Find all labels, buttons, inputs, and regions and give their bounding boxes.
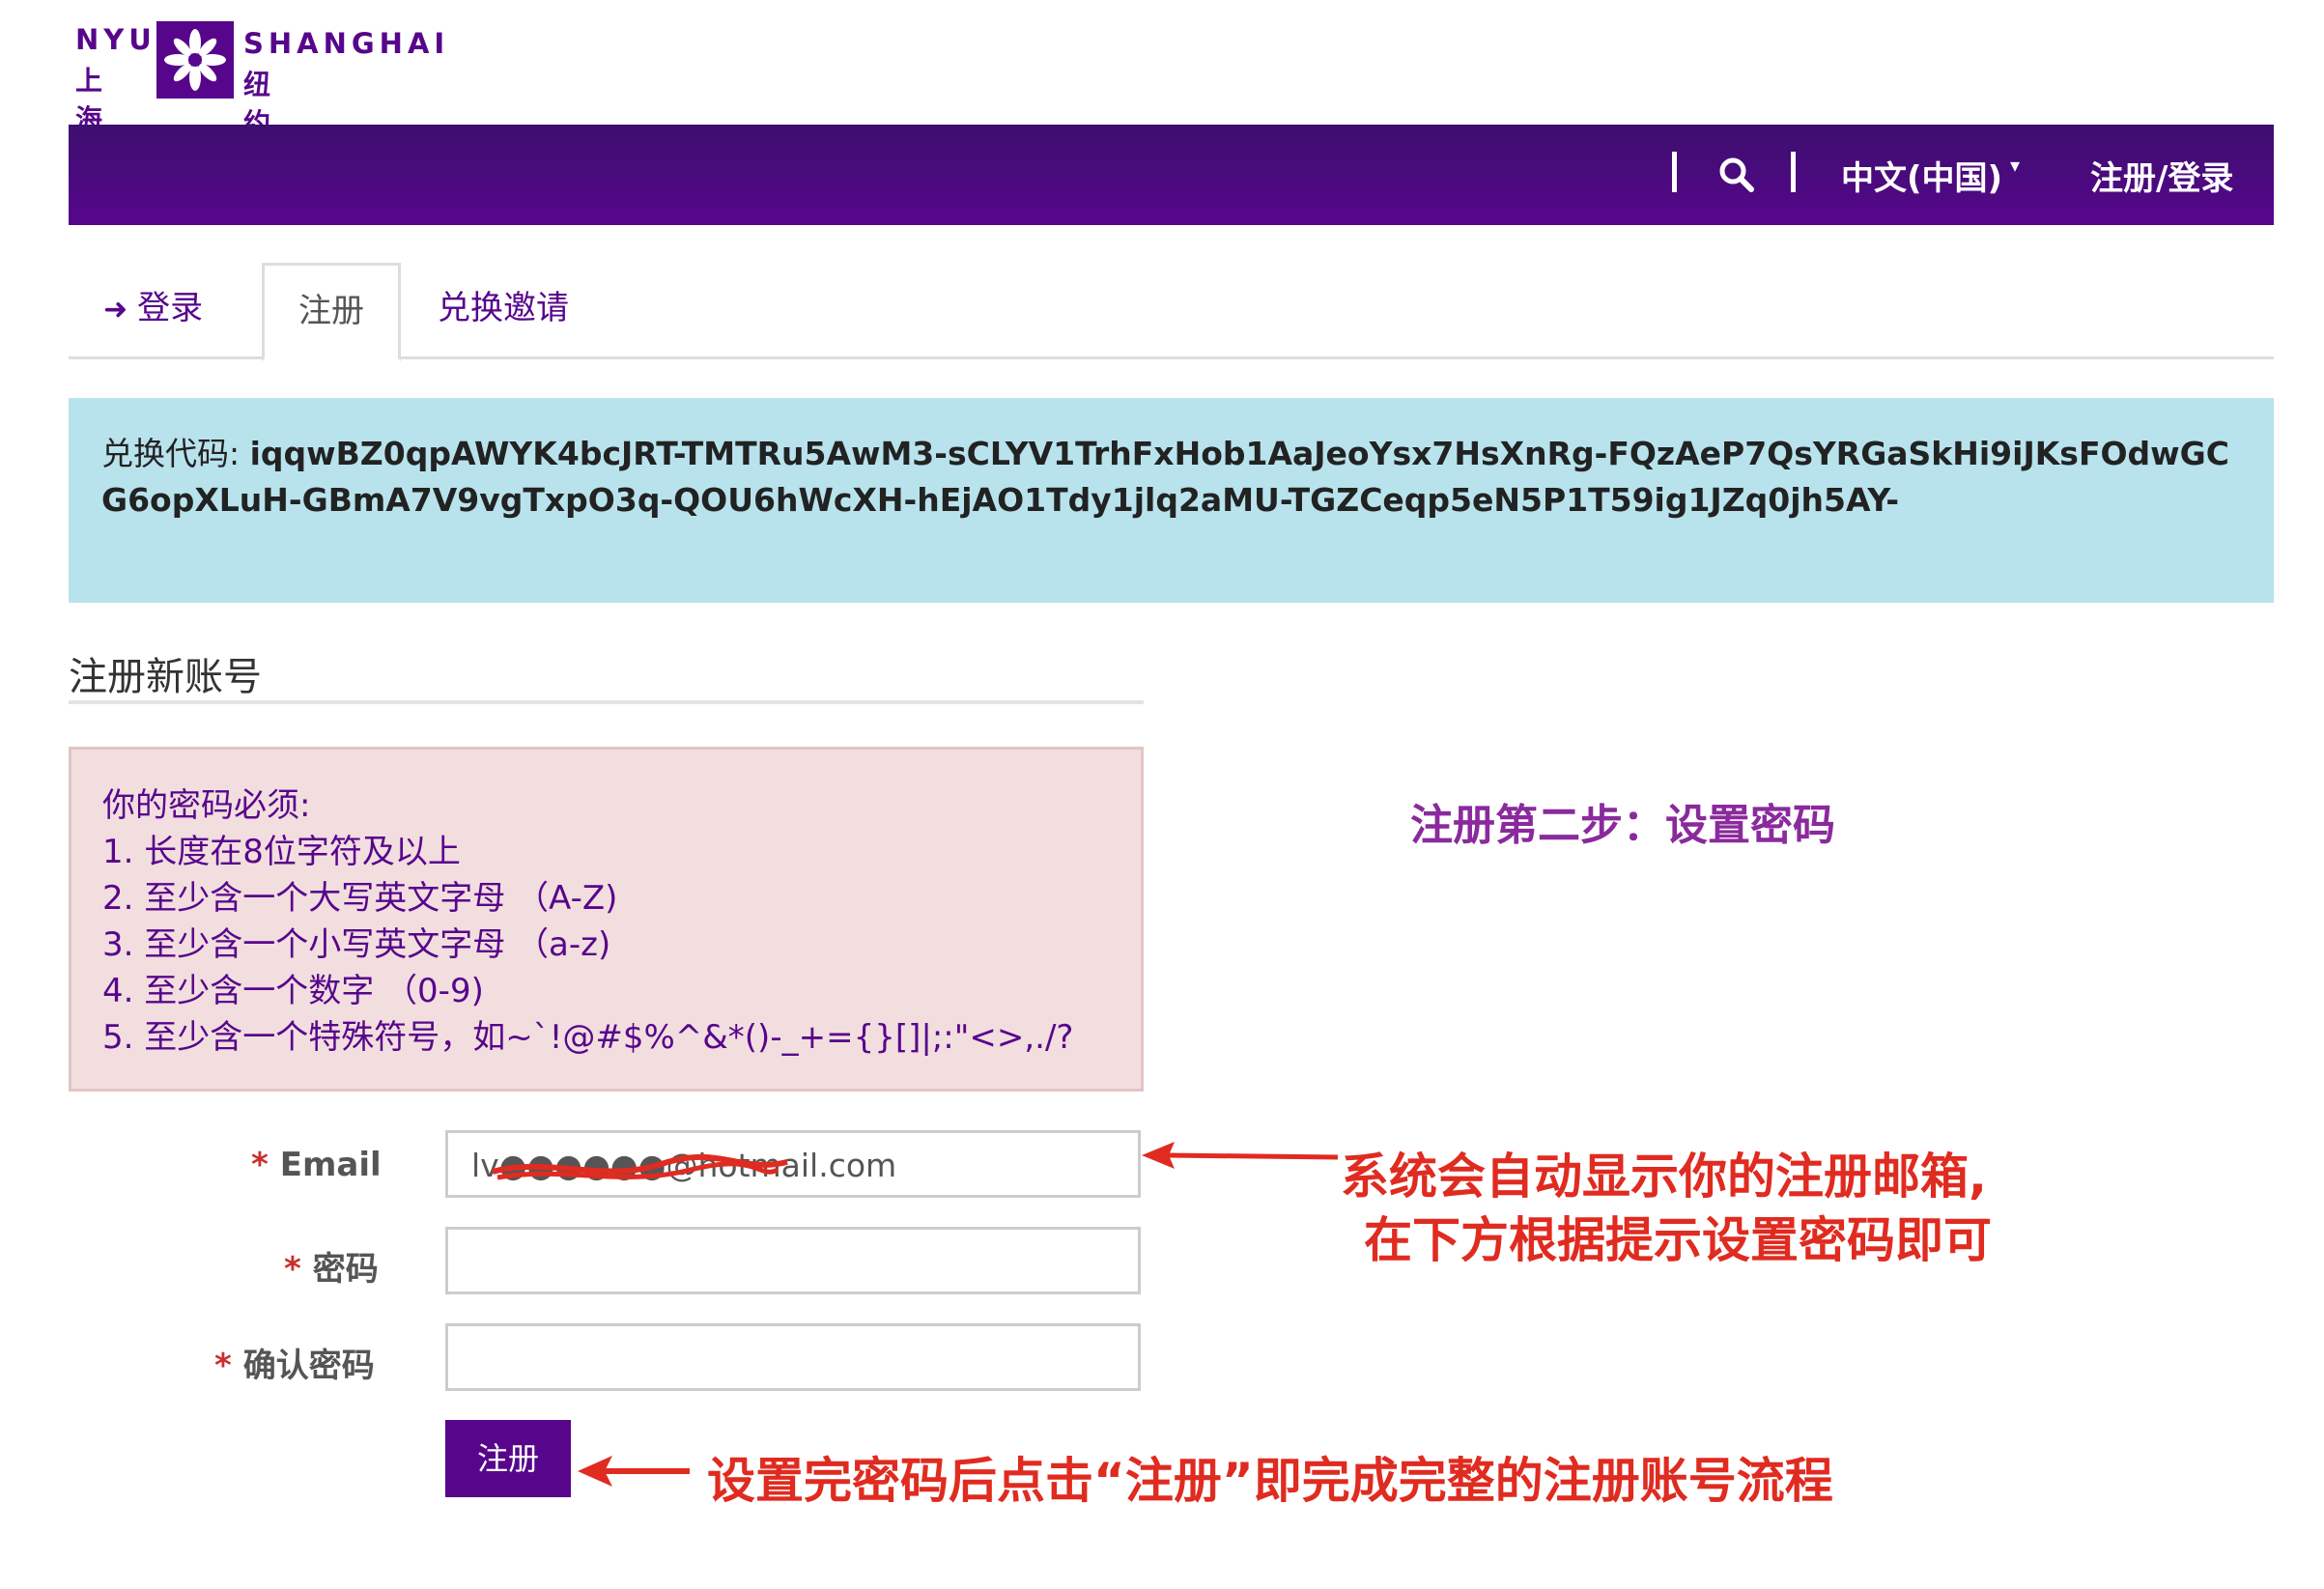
- language-selector[interactable]: 中文(中国): [1841, 152, 2002, 199]
- required-mark: *: [251, 1146, 269, 1184]
- torch-emblem-icon: [156, 21, 234, 99]
- submit-annotation: 设置完密码后点击“注册”即完成完整的注册账号流程: [707, 1453, 1833, 1509]
- search-icon[interactable]: [1717, 156, 1756, 194]
- password-rule-item: 5. 至少含一个特殊符号，如~`!@#$%^&*()-_+={}[]|;:"<>…: [102, 1018, 1074, 1057]
- password-rules-alert: 你的密码必须: 1. 长度在8位字符及以上 2. 至少含一个大写英文字母 （A-…: [69, 747, 1144, 1092]
- register-button[interactable]: 注册: [445, 1420, 571, 1497]
- tab-login[interactable]: ➜ 登录: [103, 263, 203, 356]
- top-navbar: 中文(中国) ▾ 注册/登录: [69, 125, 2274, 225]
- email-annotation-line2: 在下方根据提示设置密码即可: [1364, 1212, 1992, 1268]
- password-rule-item: 3. 至少含一个小写英文字母 （a-z): [102, 925, 611, 964]
- confirm-password-label-text: 确认密码: [242, 1347, 375, 1385]
- page-title: 注册新账号: [69, 655, 262, 699]
- password-rule-item: 1. 长度在8位字符及以上: [102, 833, 461, 871]
- tab-login-label: 登录: [137, 289, 204, 327]
- password-rule-item: 4. 至少含一个数字 （0-9): [102, 972, 484, 1010]
- redeem-code-label: 兑换代码:: [101, 435, 250, 472]
- email-label-text: Email: [279, 1146, 382, 1184]
- divider: [69, 700, 1144, 704]
- logo-shanghai-text: SHANGHAI: [243, 27, 450, 60]
- password-rule-item: 2. 至少含一个大写英文字母 （A-Z): [102, 879, 618, 918]
- nav-divider: [1672, 152, 1677, 192]
- password-rules-title: 你的密码必须:: [102, 786, 311, 825]
- password-label: * 密码: [284, 1242, 379, 1290]
- required-mark: *: [214, 1347, 232, 1385]
- sign-in-icon: ➜: [103, 293, 128, 326]
- tab-redeem-invite[interactable]: 兑换邀请: [438, 263, 569, 356]
- password-label-text: 密码: [312, 1250, 379, 1289]
- register-login-link[interactable]: 注册/登录: [2090, 152, 2233, 199]
- step-annotation: 注册第二步：设置密码: [1410, 801, 1835, 850]
- password-field[interactable]: [445, 1227, 1141, 1294]
- confirm-password-field[interactable]: [445, 1323, 1141, 1391]
- confirm-password-label: * 确认密码: [214, 1339, 375, 1386]
- required-mark: *: [284, 1250, 301, 1289]
- logo-nyu-text: NYU: [75, 23, 156, 56]
- redeem-code-value: iqqwBZ0qpAWYK4bcJRT-TMTRu5AwM3-sCLYV1Trh…: [101, 435, 2229, 519]
- tab-register[interactable]: 注册: [262, 263, 401, 361]
- redaction-scribble: [492, 1154, 788, 1180]
- nav-divider: [1791, 152, 1796, 192]
- tab-redeem-label: 兑换邀请: [438, 289, 569, 327]
- auth-tabs: ➜ 登录 注册 兑换邀请: [69, 263, 2274, 361]
- chevron-down-icon[interactable]: ▾: [2010, 154, 2020, 177]
- email-annotation-line1: 系统会自动显示你的注册邮箱,: [1341, 1149, 1987, 1205]
- arrow-left-icon: [1142, 1142, 1339, 1169]
- tab-register-label: 注册: [298, 292, 364, 330]
- redeem-code-alert: 兑换代码: iqqwBZ0qpAWYK4bcJRT-TMTRu5AwM3-sCL…: [69, 398, 2274, 603]
- arrow-left-icon: [578, 1456, 690, 1487]
- email-label: * Email: [251, 1146, 382, 1184]
